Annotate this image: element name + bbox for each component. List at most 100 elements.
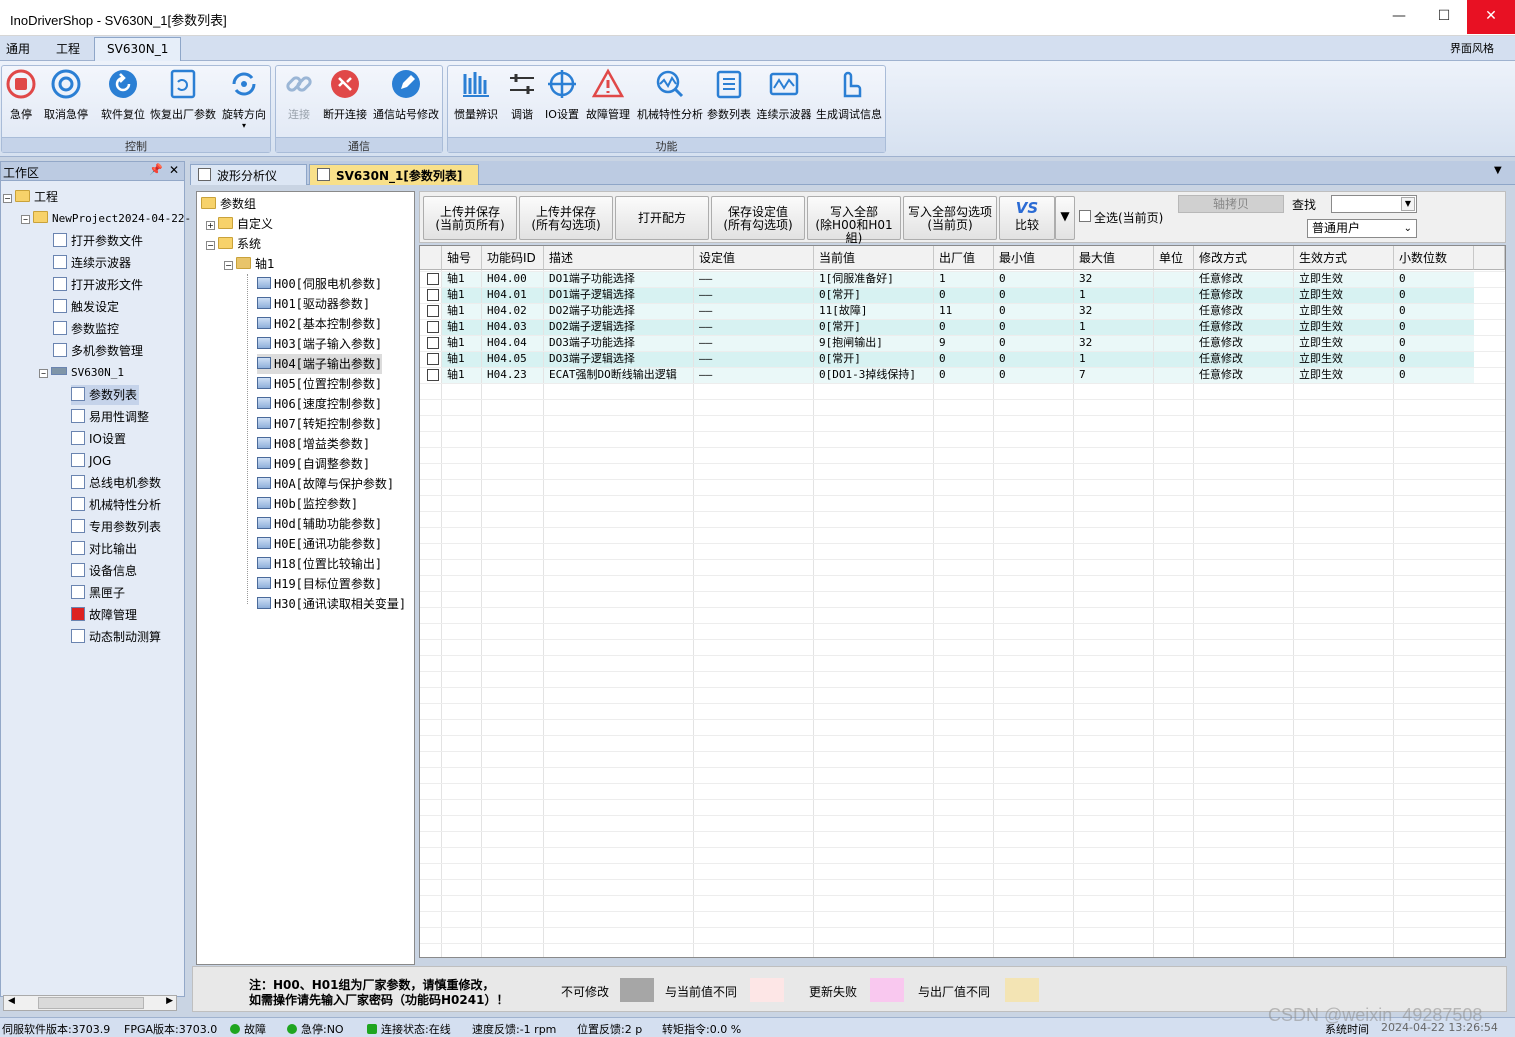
column-header[interactable]: 轴号 (442, 246, 482, 270)
workspace-item-black-box[interactable]: 黑匣子 (71, 583, 125, 603)
column-header[interactable]: 功能码ID (482, 246, 544, 270)
close-workspace-button[interactable]: ✕ (169, 163, 179, 177)
tuning-button[interactable]: 调谐 (506, 68, 538, 122)
pin-icon[interactable]: 📌 (149, 163, 163, 176)
row-checkbox[interactable] (427, 337, 439, 349)
estop-button[interactable]: 急停 (5, 68, 37, 122)
factory-reset-button[interactable]: 恢复出厂参数 (150, 68, 216, 122)
column-header[interactable]: 出厂值 (934, 246, 994, 270)
user-level-select[interactable]: 普通用户 ⌄ (1307, 219, 1417, 238)
tree-group-item[interactable]: H08[增益类参数] (257, 434, 370, 454)
ui-style-menu[interactable]: 界面风格 (1450, 40, 1494, 56)
table-cell[interactable]: —— (694, 335, 814, 351)
table-row[interactable]: 轴1 H04.04 DO3端子功能选择 —— 9[抱闸输出] 9 0 32 任意修改 立即生效 0 (420, 335, 1474, 351)
tree-group-item[interactable]: H06[速度控制参数] (257, 394, 382, 414)
debug-info-button[interactable]: 生成调试信息 (815, 68, 883, 122)
workspace-item-dynamic-brake[interactable]: 动态制动测算 (71, 627, 161, 647)
row-checkbox[interactable] (427, 353, 439, 365)
inertia-id-button[interactable]: 惯量辨识 (453, 68, 499, 122)
tree-root[interactable]: 参数组 (201, 194, 256, 214)
chevron-down-icon[interactable]: ▼ (1401, 197, 1415, 211)
horizontal-scrollbar[interactable]: ◀ ▶ (3, 995, 177, 1011)
table-row[interactable]: 轴1 H04.00 DO1端子功能选择 —— 1[伺服准备好] 1 0 32 任意修改 立即生效 0 (420, 271, 1474, 287)
workspace-root[interactable]: − 工程 (3, 187, 58, 207)
scroll-left-icon[interactable]: ◀ (8, 996, 15, 1006)
table-row[interactable]: 轴1 H04.02 DO2端子功能选择 —— 11[故障] 11 0 32 任意修改 立即生效 0 (420, 303, 1474, 319)
collapse-icon[interactable]: − (3, 194, 12, 203)
tree-group-item[interactable]: H03[端子输入参数] (257, 334, 382, 354)
workspace-item-device-info[interactable]: 设备信息 (71, 561, 137, 581)
workspace-item-compare-output[interactable]: 对比输出 (71, 539, 137, 559)
workspace-item-fault-mgmt[interactable]: 故障管理 (71, 605, 137, 625)
search-combo[interactable]: ▼ (1331, 195, 1417, 213)
axis-copy-button[interactable]: 轴拷贝 (1178, 195, 1284, 213)
collapse-icon[interactable]: − (224, 261, 233, 270)
tree-axis[interactable]: − 轴1 (224, 254, 275, 274)
expand-icon[interactable]: + (206, 221, 215, 230)
column-header[interactable]: 生效方式 (1294, 246, 1394, 270)
upload-save-checked-button[interactable]: 上传并保存 (所有勾选项) (519, 196, 613, 240)
soft-reset-button[interactable]: 软件复位 (99, 68, 147, 122)
workspace-item-trigger-settings[interactable]: 触发设定 (53, 297, 119, 317)
table-cell[interactable]: —— (694, 351, 814, 367)
compare-dropdown[interactable]: ▼ (1055, 196, 1075, 240)
scroll-right-icon[interactable]: ▶ (166, 996, 173, 1006)
tree-group-item[interactable]: H05[位置控制参数] (257, 374, 382, 394)
column-header[interactable]: 描述 (544, 246, 694, 270)
workspace-item-open-param-file[interactable]: 打开参数文件 (53, 231, 143, 251)
station-id-button[interactable]: 通信站号修改 (372, 68, 440, 122)
tree-group-item[interactable]: H0E[通讯功能参数] (257, 534, 382, 554)
minimize-button[interactable]: — (1376, 0, 1422, 34)
workspace-item-open-wave-file[interactable]: 打开波形文件 (53, 275, 143, 295)
select-all-checkbox[interactable] (1079, 210, 1091, 222)
workspace-device[interactable]: − SV630N_1 (39, 363, 124, 383)
io-settings-button[interactable]: IO设置 (545, 68, 579, 122)
tree-system[interactable]: − 系统 (206, 234, 261, 254)
close-button[interactable]: ✕ (1467, 0, 1515, 34)
workspace-item-continuous-scope[interactable]: 连续示波器 (53, 253, 131, 273)
tab-device[interactable]: SV630N_1 (94, 37, 182, 62)
column-header[interactable]: 最大值 (1074, 246, 1154, 270)
workspace-item-jog[interactable]: JOG (71, 451, 111, 471)
tree-group-item[interactable]: H07[转矩控制参数] (257, 414, 382, 434)
tree-group-item[interactable]: H04[端子输出参数] (257, 354, 383, 374)
collapse-icon[interactable]: − (21, 215, 30, 224)
column-header[interactable]: 设定值 (694, 246, 814, 270)
tree-group-item[interactable]: H02[基本控制参数] (257, 314, 382, 334)
upload-save-page-button[interactable]: 上传并保存 (当前页所有) (423, 196, 517, 240)
table-cell[interactable]: —— (694, 303, 814, 319)
write-all-button[interactable]: 写入全部 (除H00和H01組) (807, 196, 901, 245)
tab-waveform-analyzer[interactable]: 波形分析仪 (190, 164, 307, 185)
scrollbar-thumb[interactable] (38, 997, 144, 1009)
column-header[interactable]: 小数位数 (1394, 246, 1474, 270)
table-row[interactable]: 轴1 H04.01 DO1端子逻辑选择 —— 0[常开] 0 0 1 任意修改 立即生效 0 (420, 287, 1474, 303)
column-header[interactable]: 最小值 (994, 246, 1074, 270)
workspace-item-usability[interactable]: 易用性调整 (71, 407, 149, 427)
tab-general[interactable]: 通用 (6, 40, 30, 57)
row-checkbox[interactable] (427, 273, 439, 285)
tab-project[interactable]: 工程 (56, 40, 80, 57)
connect-button[interactable]: 连接 (283, 68, 315, 122)
table-cell[interactable]: —— (694, 367, 814, 383)
tree-group-item[interactable]: H0d[辅助功能参数] (257, 514, 382, 534)
parameter-list-button[interactable]: 参数列表 (706, 68, 752, 122)
column-header[interactable]: 当前值 (814, 246, 934, 270)
column-header[interactable]: 单位 (1154, 246, 1194, 270)
tree-group-item[interactable]: H0b[监控参数] (257, 494, 358, 514)
tab-dropdown-icon[interactable]: ▼ (1494, 165, 1502, 176)
tree-group-item[interactable]: H18[位置比较输出] (257, 554, 382, 574)
row-checkbox[interactable] (427, 289, 439, 301)
table-cell[interactable]: —— (694, 287, 814, 303)
workspace-item-mech-analysis[interactable]: 机械特性分析 (71, 495, 161, 515)
workspace-item-special-param-list[interactable]: 专用参数列表 (71, 517, 161, 537)
row-checkbox[interactable] (427, 369, 439, 381)
workspace-item-io-settings[interactable]: IO设置 (71, 429, 126, 449)
tab-parameter-list[interactable]: SV630N_1[参数列表] (309, 164, 479, 185)
open-recipe-button[interactable]: 打开配方 (615, 196, 709, 240)
row-checkbox[interactable] (427, 305, 439, 317)
collapse-icon[interactable]: − (39, 369, 48, 378)
workspace-item-param-list[interactable]: 参数列表 (71, 385, 140, 405)
table-row[interactable]: 轴1 H04.23 ECAT强制DO断线输出逻辑 —— 0[DO1-3掉线保持] 0 0 7 任… (420, 367, 1474, 383)
fault-management-button[interactable]: 故障管理 (585, 68, 631, 122)
disconnect-button[interactable]: 断开连接 (322, 68, 368, 122)
